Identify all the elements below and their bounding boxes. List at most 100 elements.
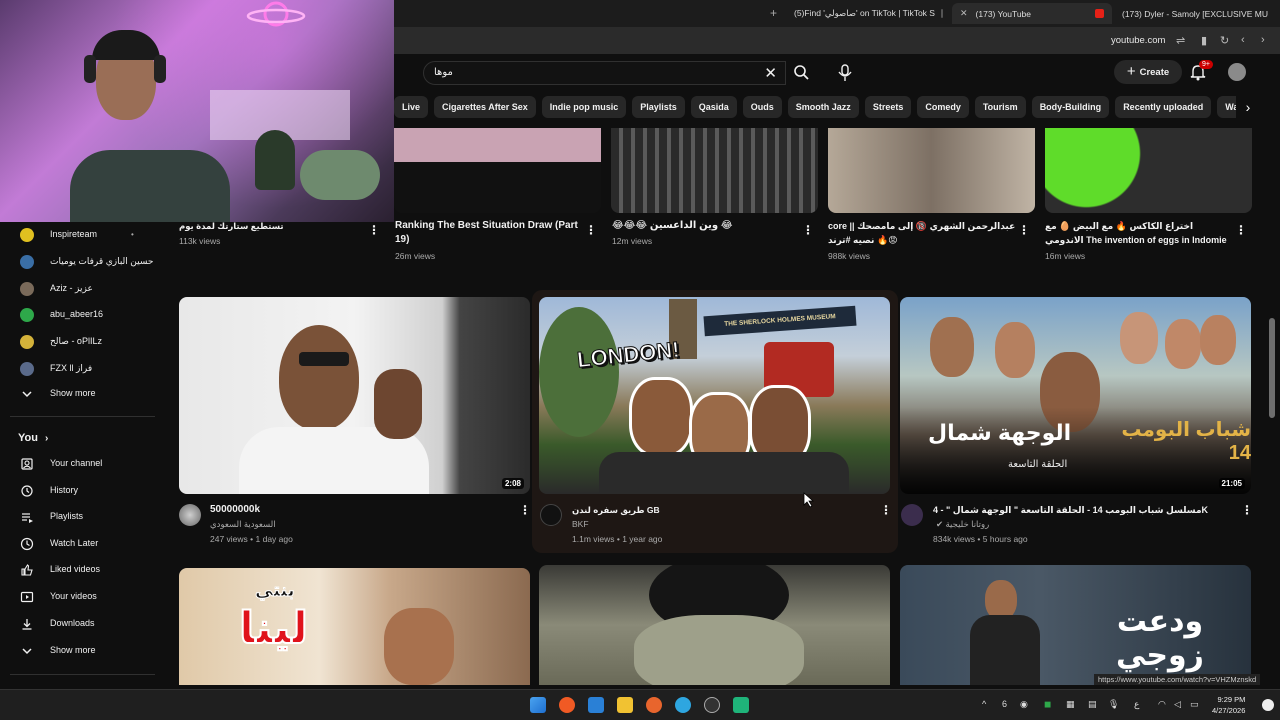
video-thumbnail[interactable] (394, 128, 601, 213)
sidebar-item-liked-videos[interactable]: Liked videos (0, 557, 158, 583)
system-clock[interactable]: 9:29 PM 4/27/2026 (1212, 694, 1245, 716)
video-title[interactable]: 😂😂😂 وين الداعسين 😂 (612, 219, 797, 233)
forward-icon[interactable]: › (1261, 34, 1265, 46)
video-thumbnail[interactable]: THE SHERLOCK HOLMES MUSEUM LONDON! (539, 297, 890, 494)
tray-icon[interactable]: ◉ (1020, 699, 1028, 710)
you-section-heading[interactable]: You › (18, 432, 48, 444)
video-thumbnail[interactable]: 2:08 (179, 297, 530, 494)
reload-icon[interactable]: ↻ (1220, 34, 1229, 47)
search-button[interactable] (786, 61, 818, 85)
video-thumbnail[interactable] (828, 128, 1035, 213)
video-title[interactable]: Ranking The Best Situation Draw (Part 19… (395, 219, 585, 247)
sidebar-item-watch-later[interactable]: Watch Later (0, 531, 158, 557)
filter-chip[interactable]: Indie pop music (541, 96, 627, 118)
more-options-icon[interactable]: ⋮ (802, 224, 814, 238)
notification-center-icon[interactable] (1262, 699, 1274, 711)
filter-chip[interactable]: Body-Building (1031, 96, 1110, 118)
scrollbar-thumb[interactable] (1269, 318, 1275, 418)
tray-icon[interactable]: 6 (1002, 699, 1007, 709)
windows-start-icon[interactable] (530, 697, 546, 713)
vscode-icon[interactable] (588, 697, 604, 713)
more-options-icon[interactable]: ⋮ (585, 224, 597, 238)
app-icon[interactable] (646, 697, 662, 713)
voice-search-button[interactable] (832, 60, 858, 86)
tab-tiktok[interactable]: (5)Find 'صاصولي' on TikTok | TikTok S (786, 3, 946, 24)
sidebar-show-more-subscriptions[interactable]: Show more (0, 381, 158, 407)
filter-chip[interactable]: Ouds (742, 96, 782, 118)
tab-music[interactable]: (173) Dyler - Samoly [EXCLUSIVE MU (1114, 3, 1280, 24)
filter-chip[interactable]: Playlists (632, 96, 685, 118)
sidebar-subscription-item[interactable]: Inspireteam • (0, 222, 158, 248)
file-explorer-icon[interactable] (617, 697, 633, 713)
filter-chip[interactable]: Comedy (917, 96, 969, 118)
more-options-icon[interactable]: ⋮ (519, 504, 531, 518)
filter-chip[interactable]: Cigarettes After Sex (434, 96, 536, 118)
create-button[interactable]: + Create (1114, 60, 1182, 84)
microphone-tray-icon[interactable]: 🎙 (1108, 699, 1119, 710)
video-title[interactable]: 50000000k (210, 503, 490, 517)
tray-overflow-icon[interactable]: ^ (982, 699, 986, 709)
filter-chip[interactable]: Streets (864, 96, 912, 118)
tray-icon[interactable]: ▤ (1088, 699, 1097, 710)
sidebar-show-more-you[interactable]: Show more (0, 638, 158, 664)
close-tab-icon[interactable]: ✕ (960, 8, 968, 19)
video-title[interactable]: core || عبدالرحمن الشهري 🔞 إلى مامصحك نص… (828, 219, 1016, 247)
app-icon[interactable] (704, 697, 720, 713)
tray-icon[interactable]: ◼ (1044, 699, 1051, 710)
back-icon[interactable]: ‹ (1241, 34, 1245, 46)
more-options-icon[interactable]: ⋮ (368, 224, 380, 238)
channel-avatar[interactable] (901, 504, 923, 526)
telegram-icon[interactable] (675, 697, 691, 713)
clear-search-icon[interactable]: ✕ (764, 64, 777, 82)
chip-scroll-right-icon[interactable]: › (1236, 96, 1260, 120)
video-title[interactable]: اختراع الكاكس 🔥 مع البيض 🥚 مع الاندومي T… (1045, 219, 1230, 247)
sidebar-item-your-videos[interactable]: Your videos (0, 584, 158, 610)
sidebar-subscription-item[interactable]: صالح - oPlILz (0, 329, 158, 355)
channel-avatar[interactable] (179, 504, 201, 526)
sidebar-item-your-channel[interactable]: Your channel (0, 451, 158, 477)
sidebar-subscription-item[interactable]: FZX ll فراز (0, 356, 158, 382)
more-options-icon[interactable]: ⋮ (1235, 224, 1247, 238)
sidebar-subscription-item[interactable]: حسين البازي قرفات يوميات (0, 249, 158, 275)
more-options-icon[interactable]: ⋮ (880, 504, 892, 518)
video-thumbnail[interactable] (1045, 128, 1252, 213)
video-thumbnail[interactable] (539, 565, 890, 685)
filter-chip[interactable]: Smooth Jazz (787, 96, 859, 118)
video-title[interactable]: مسلسل شباب البومب 14 - الحلقة التاسعة " … (933, 503, 1223, 517)
more-options-icon[interactable]: ⋮ (1241, 504, 1253, 518)
video-thumbnail[interactable]: الوجهة شمال الحلقة التاسعة شباب البومب 1… (900, 297, 1251, 494)
sidebar-subscription-item[interactable]: abu_abeer16 (0, 302, 158, 328)
video-thumbnail[interactable] (611, 128, 818, 213)
filter-chip[interactable]: Tourism (974, 96, 1026, 118)
channel-avatar[interactable] (540, 504, 562, 526)
account-avatar[interactable] (1228, 63, 1246, 81)
sidebar-item-history[interactable]: History (0, 478, 158, 504)
bookmark-icon[interactable]: ▮ (1201, 34, 1207, 47)
tab-youtube[interactable]: ✕ (173) YouTube (952, 3, 1112, 24)
wifi-icon[interactable]: ◠ (1158, 699, 1166, 710)
brave-browser-icon[interactable] (559, 697, 575, 713)
language-indicator[interactable]: ع (1134, 699, 1139, 710)
search-input[interactable]: موها (434, 67, 453, 78)
site-settings-icon[interactable]: ⇌ (1176, 34, 1185, 47)
new-tab-icon[interactable]: + (770, 6, 777, 20)
app-icon[interactable] (733, 697, 749, 713)
channel-name[interactable]: السعودية السعودي (210, 519, 276, 530)
url-field[interactable]: youtube.com (1111, 35, 1165, 46)
sidebar-item-downloads[interactable]: Downloads (0, 611, 158, 637)
scrollbar[interactable] (1266, 92, 1278, 685)
sidebar-subscription-item[interactable]: Aziz - عزيز (0, 276, 158, 302)
volume-icon[interactable]: ◁ (1174, 699, 1181, 710)
video-thumbnail[interactable]: ودعت زوجي (900, 565, 1251, 685)
more-options-icon[interactable]: ⋮ (1018, 224, 1030, 238)
video-thumbnail[interactable]: لينا بنتي (179, 568, 530, 685)
filter-chip[interactable]: Recently uploaded (1115, 96, 1212, 118)
battery-icon[interactable]: ▭ (1190, 699, 1199, 710)
search-box[interactable]: موها ✕ (423, 61, 786, 85)
sidebar-item-playlists[interactable]: Playlists (0, 504, 158, 530)
channel-name[interactable]: روتانا خليجية (946, 519, 990, 529)
filter-chip[interactable]: Qasida (690, 96, 737, 118)
filter-chip[interactable]: Live (394, 96, 429, 118)
channel-name[interactable]: BKF (572, 519, 589, 529)
tray-icon[interactable]: ▦ (1066, 699, 1075, 710)
